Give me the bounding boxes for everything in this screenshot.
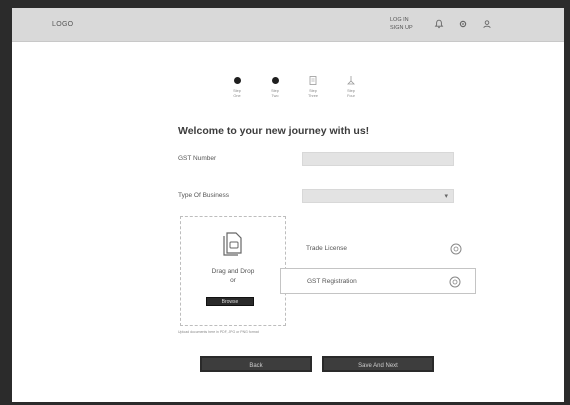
document-name: Trade License (306, 245, 347, 252)
step-label: Step Four (347, 89, 355, 98)
file-upload-icon (221, 231, 245, 257)
step-4[interactable]: Step Four (331, 75, 371, 98)
signup-link[interactable]: SIGN UP (390, 24, 413, 32)
document-name: GST Registration (307, 278, 357, 285)
upload-note: Upload documents here in PDF, JPG or PNG… (178, 330, 259, 334)
page-title: Welcome to your new journey with us! (178, 125, 370, 137)
browse-button[interactable]: Browse (206, 297, 254, 306)
step-label: Step Two (271, 89, 279, 98)
step-1[interactable]: Step One (217, 75, 257, 98)
step-done-dot (233, 76, 241, 84)
info-circle-icon[interactable] (449, 276, 461, 288)
step-2[interactable]: Step Two (255, 75, 295, 98)
logo[interactable]: LOGO (52, 21, 73, 28)
document-row-gst-registration[interactable]: GST Registration (280, 268, 476, 294)
info-circle-icon[interactable] (450, 243, 462, 255)
auth-links[interactable]: LOG IN SIGN UP (390, 16, 413, 32)
business-type-select[interactable]: ▾ (302, 189, 454, 203)
user-icon[interactable] (482, 19, 492, 29)
save-and-next-button[interactable]: Save And Next (322, 356, 434, 372)
bell-icon[interactable] (434, 19, 444, 29)
step-label: Step Three (308, 89, 318, 98)
dropzone-text: Drag and Drop or (211, 268, 255, 284)
gst-label: GST Number (178, 155, 217, 162)
chevron-down-icon: ▾ (444, 193, 448, 200)
step-done-dot (271, 76, 279, 84)
settings-icon[interactable] (458, 19, 468, 29)
progress-stepper: Step One Step Two Step Three Step Four (12, 75, 564, 115)
top-navbar: LOGO LOG IN SIGN UP (12, 8, 564, 42)
business-type-label: Type Of Business (178, 192, 229, 199)
document-row-trade-license[interactable]: Trade License (280, 236, 476, 262)
step-3[interactable]: Step Three (293, 75, 333, 98)
flag-icon (347, 76, 355, 85)
back-button[interactable]: Back (200, 356, 312, 372)
app-window: LOGO LOG IN SIGN UP Step One Step Two Step (12, 8, 564, 402)
file-dropzone[interactable]: Drag and Drop or Browse (180, 216, 286, 326)
login-link[interactable]: LOG IN (390, 16, 413, 24)
gst-number-input[interactable] (302, 152, 454, 166)
document-icon (309, 75, 317, 85)
step-label: Step One (233, 89, 241, 98)
